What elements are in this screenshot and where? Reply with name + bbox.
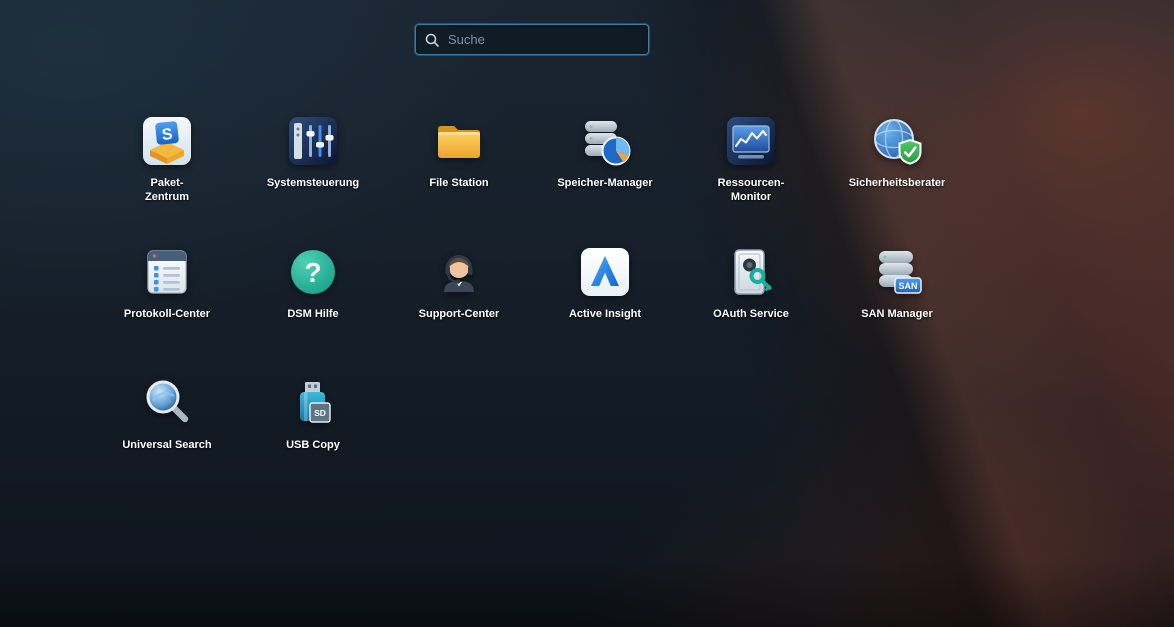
app-label: OAuth Service	[713, 308, 789, 322]
folder-icon	[432, 114, 486, 168]
app-control-panel[interactable]: Systemsteuerung	[240, 114, 386, 245]
app-universal-search[interactable]: Universal Search	[94, 376, 240, 507]
log-center-icon	[140, 245, 194, 299]
app-san-manager[interactable]: SAN SAN Manager	[824, 245, 970, 376]
app-label: Sicherheitsberater	[849, 177, 946, 191]
app-grid: S Paket-Zentrum	[94, 114, 970, 507]
storage-manager-icon	[578, 114, 632, 168]
app-label: Systemsteuerung	[267, 177, 359, 191]
resource-monitor-icon	[724, 114, 778, 168]
san-manager-icon: SAN	[870, 245, 924, 299]
app-label: Protokoll-Center	[124, 308, 210, 322]
app-resource-monitor[interactable]: Ressourcen-Monitor	[678, 114, 824, 245]
app-usb-copy[interactable]: SD USB Copy	[240, 376, 386, 507]
search-icon	[425, 33, 439, 47]
support-center-icon	[432, 245, 486, 299]
app-oauth-service[interactable]: OAuth Service	[678, 245, 824, 376]
bottom-shade-decoration	[0, 557, 1174, 627]
search-box	[415, 24, 649, 55]
security-advisor-icon	[870, 114, 924, 168]
app-label: SAN Manager	[861, 308, 933, 322]
search-input[interactable]	[446, 31, 639, 48]
app-storage-manager[interactable]: Speicher-Manager	[532, 114, 678, 245]
app-dsm-help[interactable]: ? DSM Hilfe	[240, 245, 386, 376]
svg-text:?: ?	[304, 257, 321, 288]
app-file-station[interactable]: File Station	[386, 114, 532, 245]
app-label: Support-Center	[419, 308, 500, 322]
app-label: USB Copy	[286, 439, 340, 453]
svg-text:S: S	[161, 126, 174, 144]
app-label: Universal Search	[122, 439, 211, 453]
usb-copy-icon: SD	[286, 376, 340, 430]
svg-text:SD: SD	[314, 408, 326, 418]
app-label: Ressourcen-Monitor	[707, 177, 795, 205]
control-panel-icon	[286, 114, 340, 168]
app-log-center[interactable]: Protokoll-Center	[94, 245, 240, 376]
app-support-center[interactable]: Support-Center	[386, 245, 532, 376]
universal-search-icon	[140, 376, 194, 430]
active-insight-icon	[578, 245, 632, 299]
app-package-center[interactable]: S Paket-Zentrum	[94, 114, 240, 245]
desktop-wallpaper: S Paket-Zentrum	[0, 0, 1174, 627]
app-label: DSM Hilfe	[287, 308, 338, 322]
package-center-icon: S	[140, 114, 194, 168]
help-icon: ?	[286, 245, 340, 299]
app-label: Active Insight	[569, 308, 641, 322]
app-label: Speicher-Manager	[557, 177, 652, 191]
app-active-insight[interactable]: Active Insight	[532, 245, 678, 376]
svg-text:SAN: SAN	[898, 281, 917, 291]
app-label: File Station	[429, 177, 488, 191]
app-security-advisor[interactable]: Sicherheitsberater	[824, 114, 970, 245]
app-label: Paket-Zentrum	[138, 177, 196, 205]
oauth-service-icon	[724, 245, 778, 299]
